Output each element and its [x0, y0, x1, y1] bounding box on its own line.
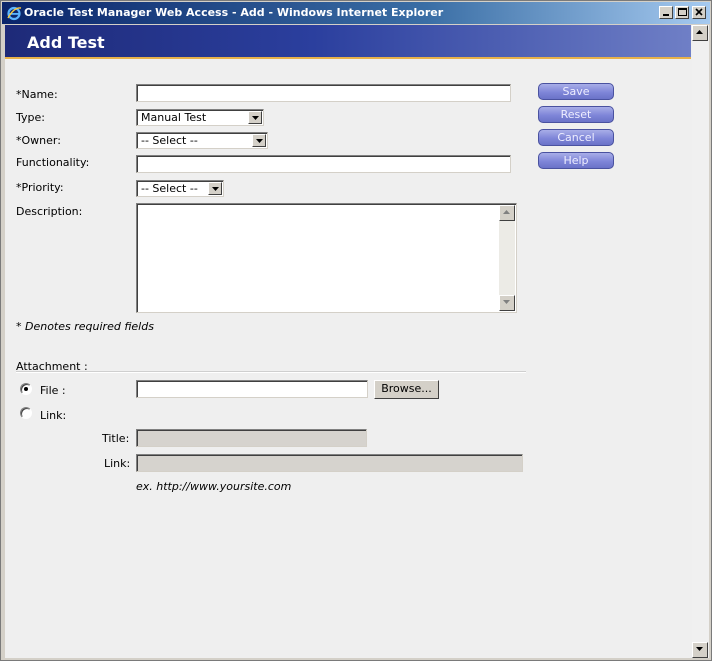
owner-dropdown-button[interactable] — [252, 134, 266, 147]
description-scroll-up-button[interactable] — [499, 205, 515, 221]
internet-explorer-icon — [7, 6, 22, 21]
owner-label: *Owner: — [16, 134, 61, 147]
radio-selected-dot — [24, 387, 28, 391]
priority-select[interactable]: -- Select -- — [136, 180, 224, 197]
chevron-down-icon — [503, 300, 510, 304]
minimize-icon — [663, 14, 669, 16]
priority-dropdown-button[interactable] — [208, 182, 222, 195]
title-label: Title: — [102, 432, 130, 445]
functionality-input[interactable] — [136, 155, 511, 173]
link-field-label: Link: — [104, 457, 131, 470]
link-radio[interactable] — [20, 407, 32, 419]
close-icon — [695, 8, 703, 16]
minimize-button[interactable] — [659, 6, 673, 19]
name-input[interactable] — [136, 84, 511, 102]
browse-button[interactable]: Browse... — [374, 380, 439, 399]
name-label: *Name: — [16, 88, 58, 101]
attachment-label: Attachment : — [16, 360, 88, 373]
page-banner: Add Test — [5, 25, 691, 59]
owner-select[interactable]: -- Select -- — [136, 132, 268, 149]
required-fields-note: * Denotes required fields — [16, 320, 154, 333]
type-dropdown-button[interactable] — [248, 111, 262, 124]
type-label: Type: — [16, 111, 45, 124]
link-input[interactable] — [136, 454, 523, 472]
chevron-up-icon — [696, 30, 703, 34]
window-title: Oracle Test Manager Web Access - Add - W… — [24, 6, 444, 19]
chevron-up-icon — [503, 210, 510, 214]
priority-select-value: -- Select -- — [141, 182, 198, 195]
browser-window: Oracle Test Manager Web Access - Add - W… — [0, 0, 712, 661]
type-select-value: Manual Test — [141, 111, 207, 124]
owner-select-value: -- Select -- — [141, 134, 198, 147]
file-path-input[interactable] — [136, 380, 368, 398]
title-bar[interactable]: Oracle Test Manager Web Access - Add - W… — [2, 2, 710, 24]
description-scrollbar[interactable] — [499, 205, 515, 311]
maximize-icon — [678, 8, 687, 16]
save-button[interactable]: Save — [538, 83, 614, 100]
priority-label: *Priority: — [16, 181, 64, 194]
chevron-down-icon — [252, 116, 259, 120]
file-radio[interactable] — [20, 383, 32, 395]
link-radio-label: Link: — [40, 409, 67, 422]
chevron-down-icon — [696, 647, 703, 651]
section-divider — [16, 371, 526, 373]
help-button[interactable]: Help — [538, 152, 614, 169]
page-title: Add Test — [27, 33, 105, 52]
file-radio-label: File : — [40, 384, 66, 397]
link-example-text: ex. http://www.yoursite.com — [136, 480, 292, 493]
cancel-button[interactable]: Cancel — [538, 129, 614, 146]
scroll-down-button[interactable] — [692, 642, 708, 658]
reset-button[interactable]: Reset — [538, 106, 614, 123]
maximize-button[interactable] — [675, 6, 689, 19]
functionality-label: Functionality: — [16, 156, 90, 169]
chevron-down-icon — [212, 187, 219, 191]
window-scrollbar[interactable] — [692, 25, 709, 658]
chevron-down-icon — [256, 139, 263, 143]
description-scroll-down-button[interactable] — [499, 295, 515, 311]
title-input[interactable] — [136, 429, 367, 447]
page-content: Add Test *Name: Type: Manual Test *Owner… — [5, 25, 693, 658]
description-label: Description: — [16, 205, 83, 218]
scroll-up-button[interactable] — [692, 25, 708, 41]
description-textarea[interactable] — [136, 203, 517, 313]
close-button[interactable] — [692, 6, 706, 19]
type-select[interactable]: Manual Test — [136, 109, 264, 126]
